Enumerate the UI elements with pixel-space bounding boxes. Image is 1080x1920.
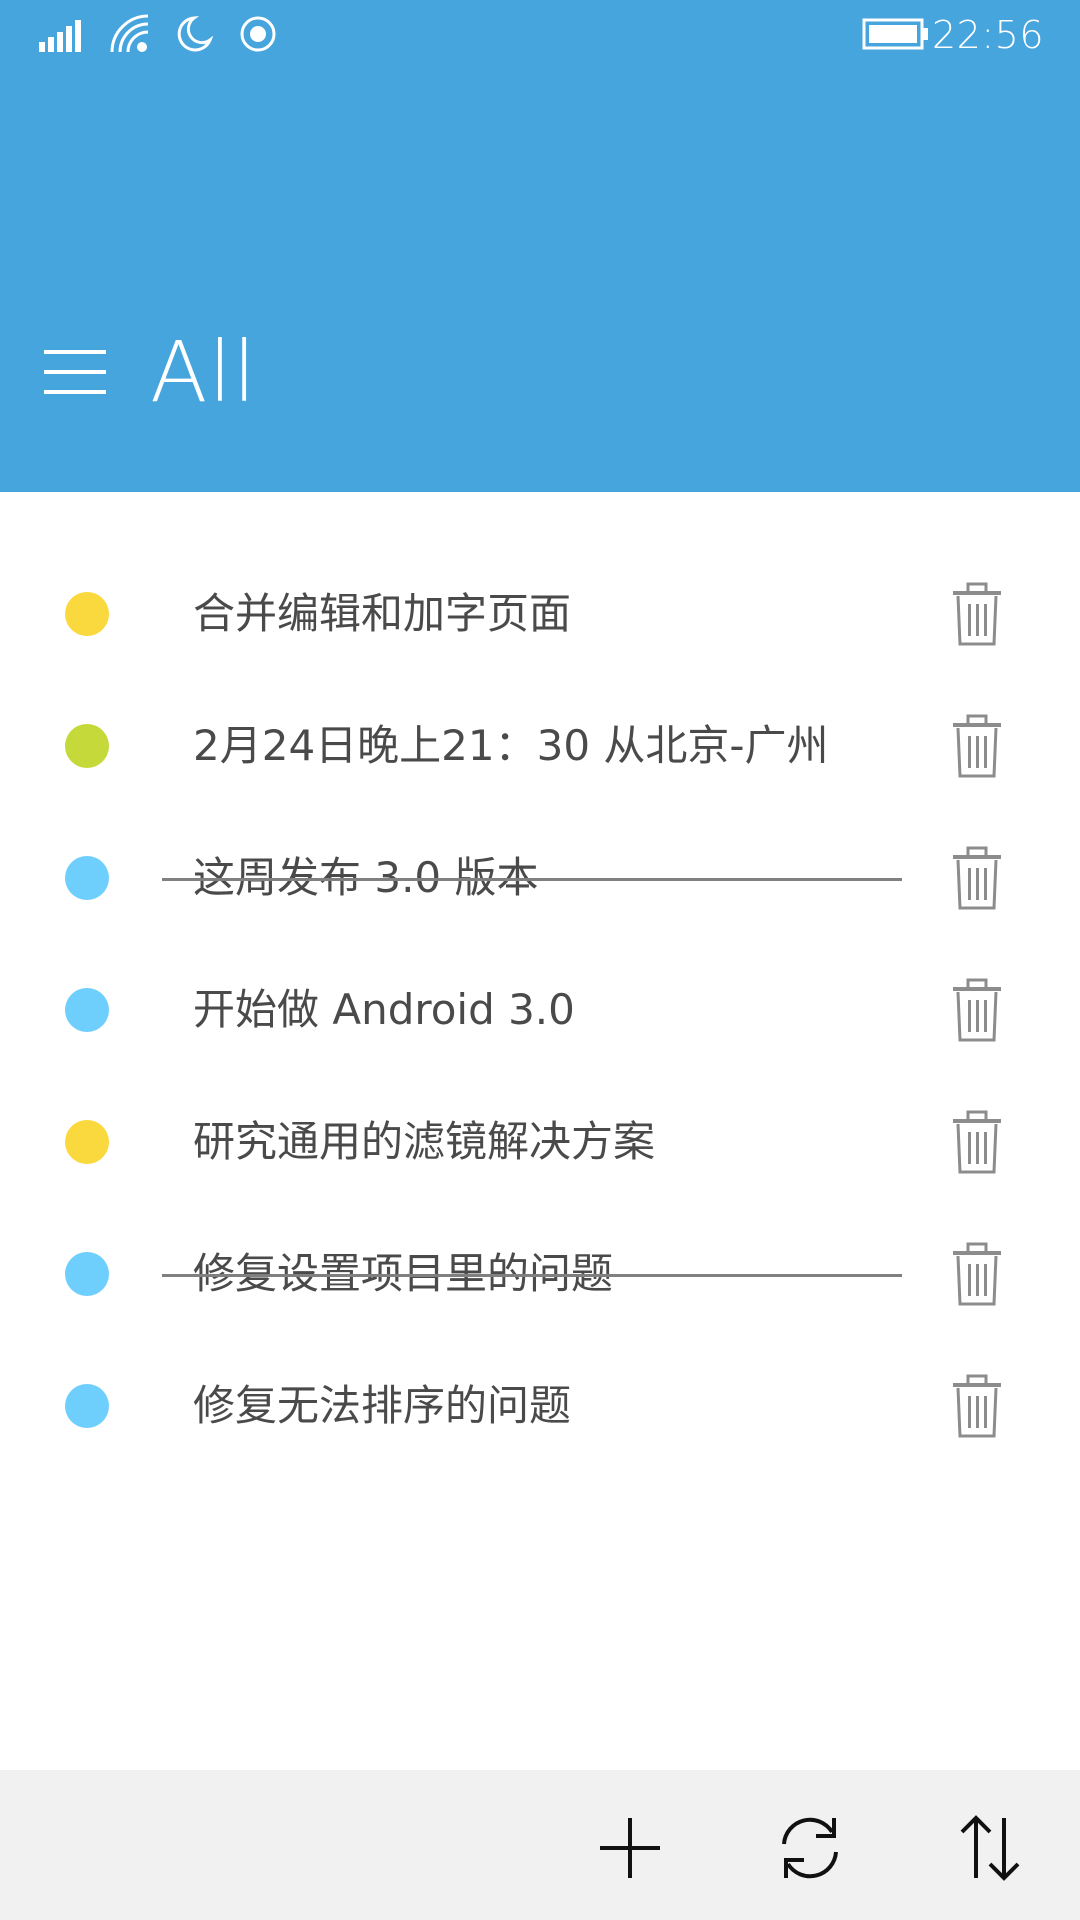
sort-icon[interactable]: [950, 1808, 1030, 1888]
task-text: 合并编辑和加字页面: [193, 589, 572, 638]
trash-icon[interactable]: [950, 1242, 1004, 1306]
status-bar: 22:56: [0, 0, 1080, 70]
trash-icon[interactable]: [950, 978, 1004, 1042]
task-color-dot: [65, 1120, 109, 1164]
task-list: 合并编辑和加字页面 2月24日晚上21：30 从北京-广州 这周发布 3.0 版…: [0, 548, 1080, 1472]
completed-strikethrough: [162, 1274, 902, 1277]
task-color-dot: [65, 856, 109, 900]
header: 22:56 All: [0, 0, 1080, 492]
add-icon[interactable]: [590, 1808, 670, 1888]
task-item[interactable]: 2月24日晚上21：30 从北京-广州: [0, 680, 1080, 812]
page-title: All: [150, 323, 258, 421]
status-time: 22:56: [931, 13, 1044, 57]
wifi-icon: [110, 14, 149, 53]
task-item[interactable]: 这周发布 3.0 版本: [0, 812, 1080, 944]
app-bar: [0, 1770, 1080, 1920]
battery-icon: [862, 18, 928, 50]
task-item[interactable]: 修复设置项目里的问题: [0, 1208, 1080, 1340]
signal-icon: [39, 20, 81, 52]
task-color-dot: [65, 1252, 109, 1296]
task-text: 2月24日晚上21：30 从北京-广州: [193, 721, 829, 770]
task-color-dot: [65, 592, 109, 636]
sync-icon[interactable]: [770, 1808, 850, 1888]
task-text: 修复无法排序的问题: [193, 1381, 572, 1430]
task-item[interactable]: 开始做 Android 3.0: [0, 944, 1080, 1076]
hamburger-menu-icon[interactable]: [44, 348, 106, 396]
task-item[interactable]: 修复无法排序的问题: [0, 1340, 1080, 1472]
task-item[interactable]: 研究通用的滤镜解决方案: [0, 1076, 1080, 1208]
trash-icon[interactable]: [950, 846, 1004, 910]
task-color-dot: [65, 1384, 109, 1428]
completed-strikethrough: [162, 878, 902, 881]
task-color-dot: [65, 724, 109, 768]
task-text: 研究通用的滤镜解决方案: [193, 1117, 656, 1166]
task-item[interactable]: 合并编辑和加字页面: [0, 548, 1080, 680]
quiet-hours-moon-icon: [177, 16, 214, 52]
task-text: 开始做 Android 3.0: [193, 985, 575, 1034]
trash-icon[interactable]: [950, 1110, 1004, 1174]
location-icon: [240, 16, 276, 52]
trash-icon[interactable]: [950, 582, 1004, 646]
trash-icon[interactable]: [950, 1374, 1004, 1438]
trash-icon[interactable]: [950, 714, 1004, 778]
task-color-dot: [65, 988, 109, 1032]
